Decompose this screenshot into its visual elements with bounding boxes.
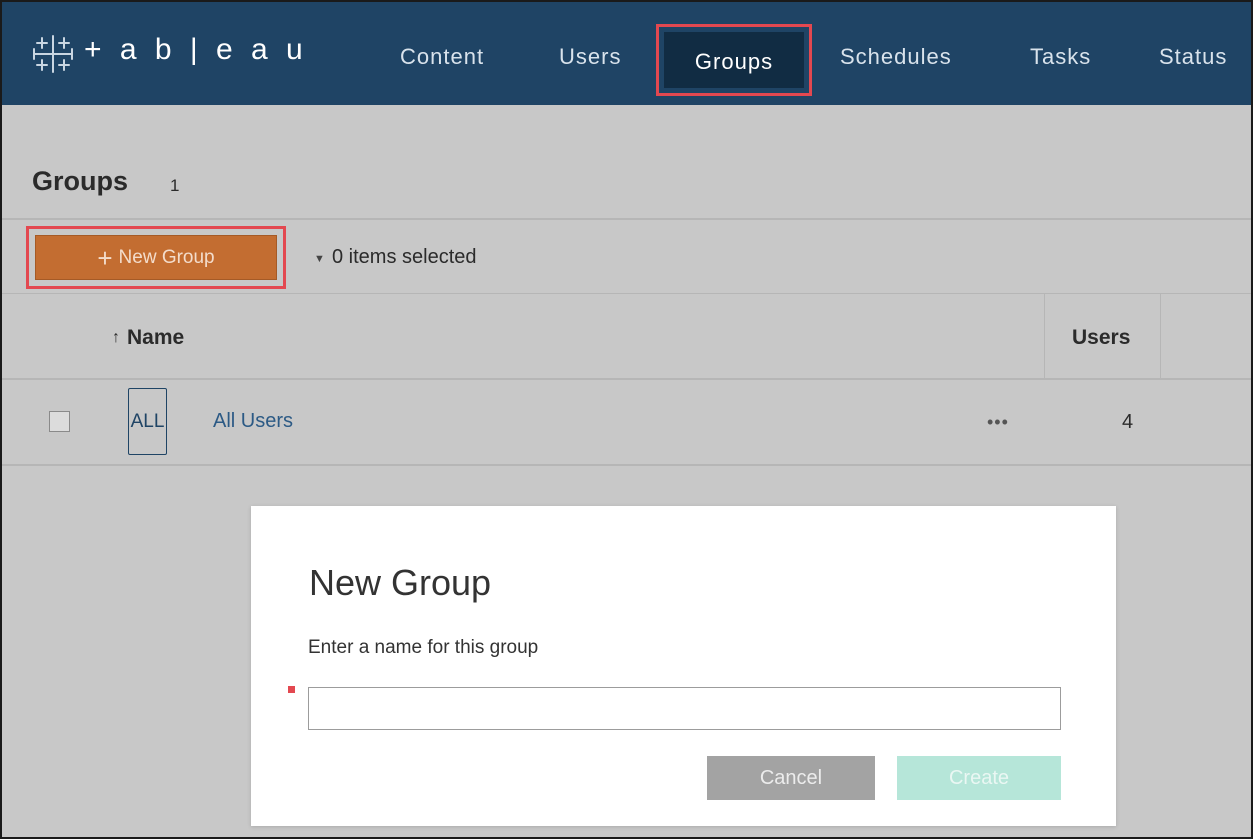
- nav-tasks[interactable]: Tasks: [1030, 44, 1091, 70]
- group-count: 1: [170, 176, 180, 195]
- divider: [2, 218, 1251, 220]
- selection-dropdown[interactable]: 0 items selected: [332, 246, 477, 269]
- cancel-button[interactable]: Cancel: [707, 756, 875, 800]
- new-group-button[interactable]: + New Group: [35, 235, 277, 280]
- nav-content[interactable]: Content: [400, 44, 484, 70]
- dialog-title: New Group: [309, 562, 492, 603]
- dialog-prompt: Enter a name for this group: [308, 637, 539, 658]
- plus-icon: +: [97, 242, 113, 273]
- nav-groups-label: Groups: [694, 49, 774, 74]
- column-header-users[interactable]: Users: [1072, 326, 1130, 350]
- tableau-mark-icon: [33, 35, 73, 73]
- row-checkbox[interactable]: [49, 411, 70, 432]
- group-name-link[interactable]: All Users: [213, 410, 293, 433]
- nav-groups-highlight: Groups: [656, 24, 812, 96]
- tableau-logo[interactable]: + a b | e a u: [30, 32, 308, 76]
- group-avatar-label: ALL: [130, 410, 165, 432]
- nav-status[interactable]: Status: [1159, 44, 1227, 70]
- app-window: + a b | e a u Content Users Groups Sched…: [0, 0, 1253, 839]
- column-header-name[interactable]: Name: [127, 326, 184, 350]
- divider: [2, 293, 1251, 294]
- create-button[interactable]: Create: [897, 756, 1061, 800]
- create-label: Create: [948, 766, 1010, 789]
- column-separator: [1160, 294, 1161, 378]
- column-separator: [1044, 294, 1045, 378]
- required-indicator-icon: [288, 686, 295, 693]
- divider: [2, 378, 1251, 380]
- page-title: Groups: [32, 166, 129, 196]
- more-actions-icon[interactable]: •••: [987, 412, 1009, 433]
- cancel-label: Cancel: [759, 766, 823, 789]
- new-group-label: New Group: [118, 246, 215, 268]
- group-name-input[interactable]: [308, 687, 1061, 730]
- new-group-dialog: New Group Enter a name for this group Ca…: [251, 506, 1116, 826]
- nav-users[interactable]: Users: [559, 44, 621, 70]
- new-group-highlight: + New Group: [26, 226, 286, 289]
- logo-wordmark: + a b | e a u: [84, 33, 308, 66]
- selection-dropdown-caret-icon[interactable]: ▼: [314, 253, 325, 265]
- nav-groups[interactable]: Groups: [664, 32, 804, 88]
- group-avatar: ALL: [128, 388, 167, 455]
- top-nav-bar: + a b | e a u Content Users Groups Sched…: [2, 2, 1251, 105]
- divider: [2, 464, 1251, 466]
- group-user-count: 4: [1122, 411, 1134, 433]
- sort-ascending-icon[interactable]: ↑: [112, 329, 120, 347]
- nav-schedules[interactable]: Schedules: [840, 44, 952, 70]
